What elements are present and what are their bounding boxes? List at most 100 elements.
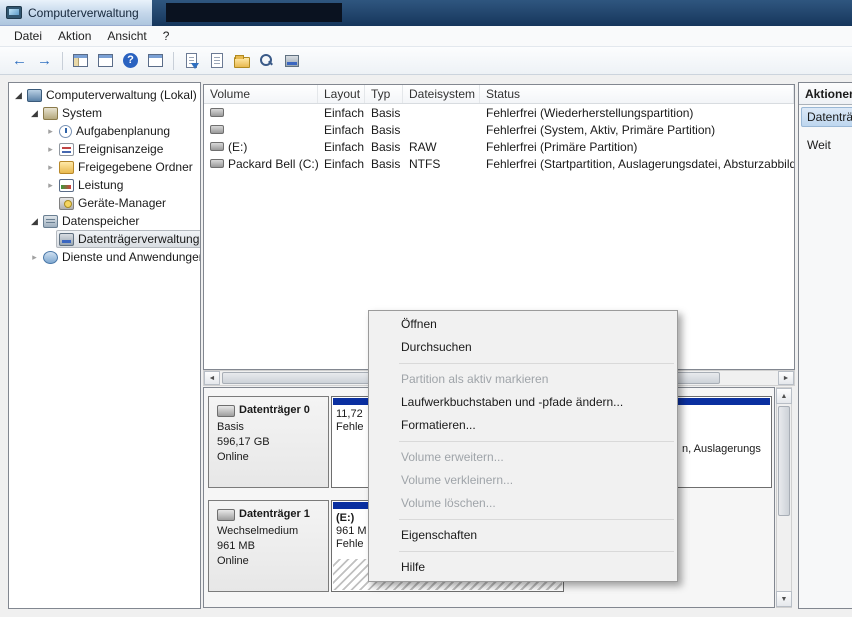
menu-item-volume-verkleinern: Volume verkleinern... xyxy=(401,473,514,487)
scroll-right-button[interactable]: ► xyxy=(778,371,794,385)
forward-button[interactable]: → xyxy=(33,49,56,72)
vertical-scrollbar[interactable]: ▲ ▼ xyxy=(776,387,792,608)
menu-item-formatieren[interactable]: Formatieren... xyxy=(369,414,677,437)
disk-type: Wechselmedium xyxy=(217,525,299,537)
menu-item-volume-loeschen: Volume löschen... xyxy=(401,496,496,510)
menu-ansicht[interactable]: Ansicht xyxy=(99,27,154,45)
toolbar-separator xyxy=(173,51,174,70)
shared-folders-icon xyxy=(59,160,74,174)
export-list-icon xyxy=(186,53,199,69)
expand-arrow-icon[interactable] xyxy=(45,158,56,176)
action-item-weitere-aktionen[interactable]: Weit xyxy=(801,135,852,155)
expand-arrow-icon[interactable] xyxy=(45,122,56,140)
background-window xyxy=(166,3,342,22)
tree-item-dienste-und-anwendungen[interactable]: Dienste und Anwendungen xyxy=(9,248,200,266)
menu-item-durchsuchen[interactable]: Durchsuchen xyxy=(369,336,677,359)
export-list-button[interactable] xyxy=(180,49,203,72)
services-icon xyxy=(43,250,58,264)
disk-management-icon xyxy=(59,232,74,246)
scroll-left-button[interactable]: ◄ xyxy=(204,371,220,385)
computer-management-icon xyxy=(6,6,22,19)
menu-hilfe[interactable]: ? xyxy=(155,27,178,45)
expand-arrow-icon[interactable] xyxy=(45,140,56,158)
scroll-up-button[interactable]: ▲ xyxy=(776,388,792,404)
forward-arrow-icon: → xyxy=(37,52,52,69)
tree-item-label: Aufgabenplanung xyxy=(76,124,171,138)
search-icon xyxy=(259,53,274,68)
menu-item-partition-als-aktiv-markieren: Partition als aktiv markieren xyxy=(401,372,549,386)
toolbar-separator xyxy=(62,51,63,70)
help-button[interactable] xyxy=(119,49,142,72)
menu-separator xyxy=(399,551,674,552)
cell-typ: Basis xyxy=(371,156,401,171)
table-row[interactable]: Einfach Basis Fehlerfrei (System, Aktiv,… xyxy=(204,121,794,138)
column-header-dateisystem[interactable]: Dateisystem xyxy=(403,85,480,103)
table-row[interactable]: (E:) Einfach Basis RAW Fehlerfrei (Primä… xyxy=(204,138,794,155)
title-bar-caption[interactable]: Computerverwaltung xyxy=(0,0,152,26)
context-menu: Öffnen Durchsuchen Partition als aktiv m… xyxy=(368,310,678,582)
table-row[interactable]: Packard Bell (C:) Einfach Basis NTFS Feh… xyxy=(204,155,794,172)
search-button[interactable] xyxy=(255,49,278,72)
tree-item-label: Datenträgerverwaltung xyxy=(78,232,200,246)
collapse-arrow-icon[interactable] xyxy=(29,104,40,122)
tree-item-computerverwaltung[interactable]: Computerverwaltung (Lokal) xyxy=(9,86,200,104)
back-arrow-icon: ← xyxy=(12,52,27,69)
tree-item-system[interactable]: System xyxy=(9,104,200,122)
disk-size: 961 MB xyxy=(217,540,255,552)
menu-aktion[interactable]: Aktion xyxy=(50,27,99,45)
tree-item-datenspeicher[interactable]: Datenspeicher xyxy=(9,212,200,230)
tree-item-ereignisanzeige[interactable]: Ereignisanzeige xyxy=(9,140,200,158)
console-window-button[interactable] xyxy=(94,49,117,72)
partition-status-label: Fehle xyxy=(336,421,364,433)
menu-item-oeffnen[interactable]: Öffnen xyxy=(369,313,677,336)
tree-item-label: System xyxy=(62,106,103,120)
table-row[interactable]: Einfach Basis Fehlerfrei (Wiederherstell… xyxy=(204,104,794,121)
volume-icon xyxy=(210,125,224,134)
tree-item-freigegebene-ordner[interactable]: Freigegebene Ordner xyxy=(9,158,200,176)
action-item-datentraegerverwaltung[interactable]: Datenträg xyxy=(801,107,852,127)
column-header-typ[interactable]: Typ xyxy=(365,85,403,103)
partition-status-label: n, Auslagerungs xyxy=(682,443,761,455)
disk-label-box[interactable]: Datenträger 0 Basis 596,17 GB Online xyxy=(208,396,329,488)
removable-disk-icon xyxy=(217,508,235,521)
scroll-down-button[interactable]: ▼ xyxy=(776,591,792,607)
properties-icon xyxy=(210,53,223,68)
disk-label-box[interactable]: Datenträger 1 Wechselmedium 961 MB Onlin… xyxy=(208,500,329,592)
tree-item-label: Leistung xyxy=(78,178,124,192)
scrollbar-thumb[interactable] xyxy=(778,406,790,516)
open-folder-button[interactable] xyxy=(230,49,253,72)
tree-item-leistung[interactable]: Leistung xyxy=(9,176,200,194)
cell-dateisystem: RAW xyxy=(409,139,437,154)
menu-datei[interactable]: Datei xyxy=(6,27,50,45)
collapse-arrow-icon[interactable] xyxy=(13,86,24,104)
tree-item-datentraegerverwaltung[interactable]: Datenträgerverwaltung xyxy=(9,230,200,248)
disk-status: Online xyxy=(217,451,249,463)
tree-item-label: Dienste und Anwendungen xyxy=(62,250,201,264)
column-header-layout[interactable]: Layout xyxy=(318,85,365,103)
tree-item-aufgabenplanung[interactable]: Aufgabenplanung xyxy=(9,122,200,140)
back-button[interactable]: ← xyxy=(8,49,31,72)
properties-button[interactable] xyxy=(205,49,228,72)
menu-item-hilfe[interactable]: Hilfe xyxy=(369,556,677,579)
menu-item-eigenschaften[interactable]: Eigenschaften xyxy=(369,524,677,547)
toolbar: ← → xyxy=(0,47,852,75)
show-console-tree-button[interactable] xyxy=(69,49,92,72)
menu-item-laufwerkbuchstaben-aendern[interactable]: Laufwerkbuchstaben und -pfade ändern... xyxy=(369,391,677,414)
disk-settings-button[interactable] xyxy=(280,49,303,72)
tree-item-geraete-manager[interactable]: Geräte-Manager xyxy=(9,194,200,212)
cell-dateisystem: NTFS xyxy=(409,156,441,171)
new-window-button[interactable] xyxy=(144,49,167,72)
column-header-status[interactable]: Status xyxy=(480,85,794,103)
disk-status: Online xyxy=(217,555,249,567)
collapse-arrow-icon[interactable] xyxy=(29,212,40,230)
expand-arrow-icon[interactable] xyxy=(45,176,56,194)
column-header-volume[interactable]: Volume xyxy=(204,85,318,103)
tree-item-label: Computerverwaltung (Lokal) xyxy=(46,88,197,102)
cell-status: Fehlerfrei (Primäre Partition) xyxy=(486,139,638,154)
window-title: Computerverwaltung xyxy=(28,5,139,20)
cell-status: Fehlerfrei (Wiederherstellungspartition) xyxy=(486,105,694,120)
expand-arrow-icon[interactable] xyxy=(29,248,40,266)
task-scheduler-icon xyxy=(59,124,72,138)
show-console-tree-icon xyxy=(73,54,88,67)
cell-typ: Basis xyxy=(371,139,401,154)
